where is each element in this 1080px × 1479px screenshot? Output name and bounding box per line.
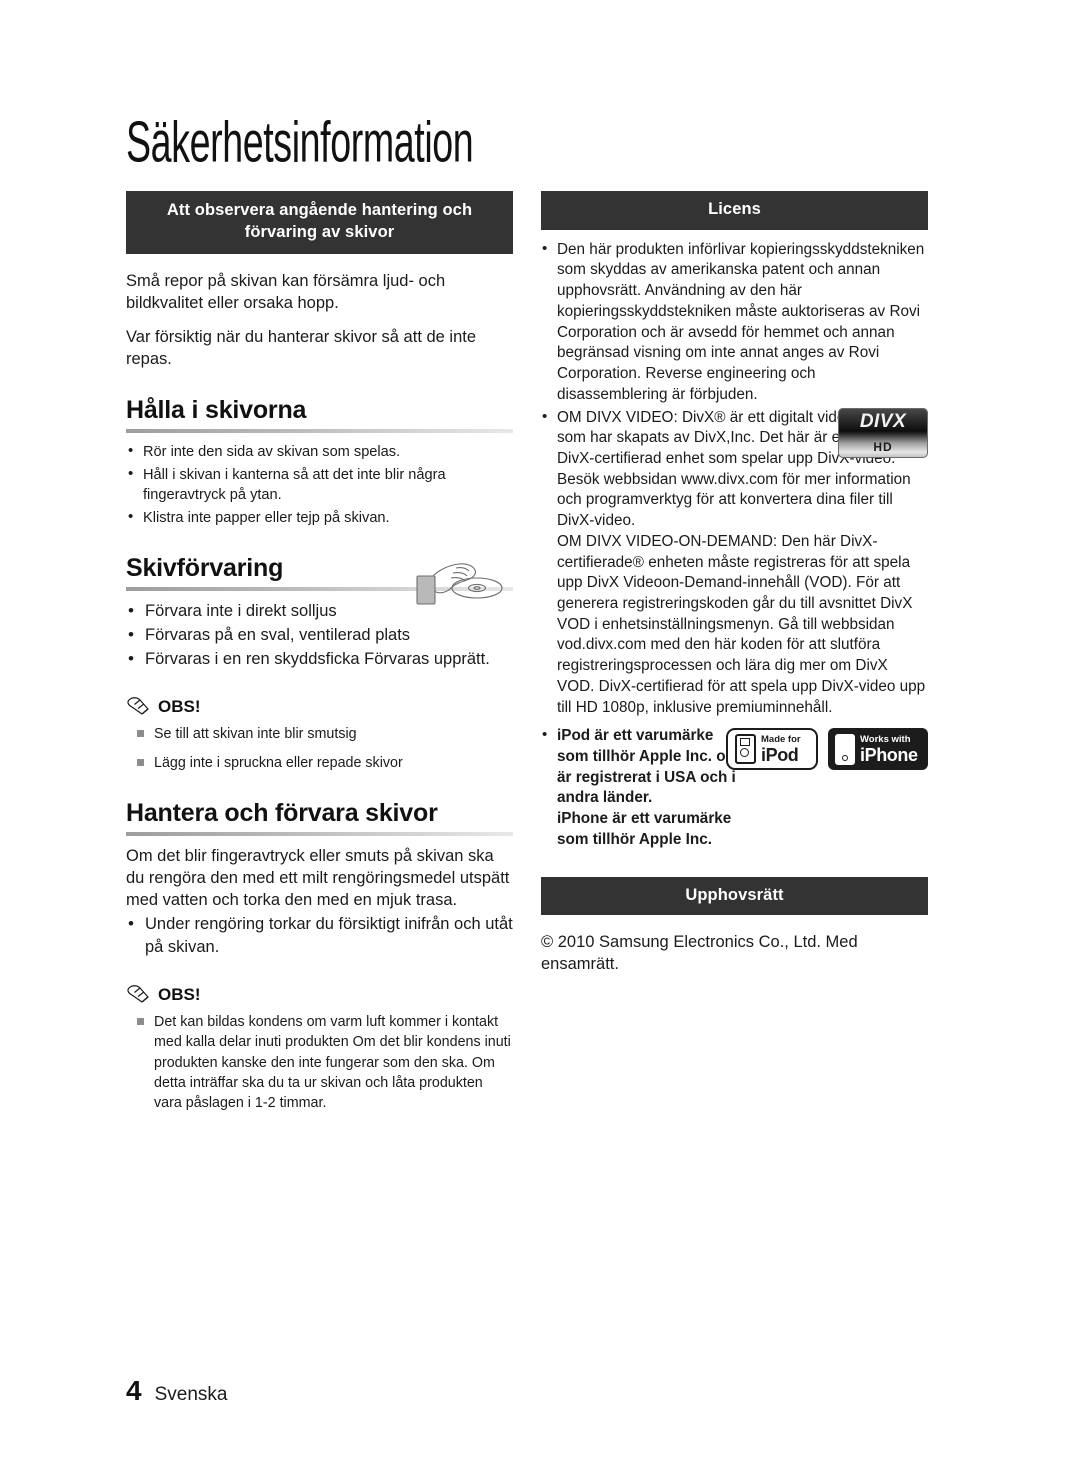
note-items-handle: Det kan bildas kondens om varm luft komm… [126, 1012, 513, 1113]
iphone-badge-small: Works with [860, 734, 911, 746]
works-with-iphone-badge: Works with iPhone [828, 728, 928, 771]
footer-language: Svenska [154, 1384, 228, 1405]
pencil-icon [126, 696, 152, 716]
section-disc-storage: Skivförvaring Förvara inte i direkt soll… [126, 554, 513, 773]
list-item: Under rengöring torkar du försiktigt ini… [126, 912, 513, 959]
heading-rule [126, 428, 513, 433]
divx-logo-word: DIVX [859, 410, 907, 432]
note-header: OBS! [126, 983, 513, 1003]
list-item: Det kan bildas kondens om varm luft komm… [126, 1012, 513, 1113]
heading-handle-store-discs: Hantera och förvara skivor [126, 798, 438, 827]
handle-paragraph: Om det blir fingeravtryck eller smuts på… [126, 846, 510, 909]
ipod-badge-small: Made for [761, 734, 801, 746]
divx-logo-sub: HD [873, 439, 893, 454]
banner-copyright: Upphovsrätt [541, 876, 928, 916]
note-header: OBS! [126, 695, 513, 715]
page-footer: 4 Svenska [126, 1377, 227, 1405]
heading-rule [126, 831, 513, 836]
banner-handling-storage: Att observera angående hantering och för… [126, 191, 513, 254]
list-item: Klistra inte papper eller tejp på skivan… [126, 507, 513, 528]
left-column: Att observera angående hantering och för… [126, 191, 513, 1122]
note-label: OBS! [158, 985, 201, 1005]
copyright-text: © 2010 Samsung Electronics Co., Ltd. Med… [541, 933, 858, 974]
list-item: Rör inte den sida av skivan som spelas. [126, 441, 513, 462]
list-item: Se till att skivan inte blir smutsig [126, 724, 513, 744]
iphone-device-icon [835, 733, 855, 765]
intro-paragraph-1: Små repor på skivan kan försämra ljud- o… [126, 271, 446, 312]
note-items-storage: Se till att skivan inte blir smutsig Läg… [126, 724, 513, 773]
intro-paragraph-2: Var försiktig när du hanterar skivor så … [126, 327, 477, 368]
right-column: Licens Den här produkten införlivar kopi… [541, 191, 928, 976]
list-item: Förvara inte i direkt solljus [126, 599, 513, 623]
note-block-storage: OBS! Se till att skivan inte blir smutsi… [126, 695, 513, 773]
apple-badges: Made for iPod Works with iPhone [726, 728, 928, 771]
ipod-badge-text: Made for iPod [761, 735, 801, 764]
list-item: Lägg inte i spruckna eller repade skivor [126, 753, 513, 773]
page-content: Säkerhetsinformation Att observera angåe… [126, 113, 928, 1122]
heading-hold-discs: Hålla i skivorna [126, 395, 307, 424]
list-item: Förvaras i en ren skyddsficka Förvaras u… [126, 647, 513, 671]
note-block-handle: OBS! Det kan bildas kondens om varm luft… [126, 983, 513, 1113]
banner-license: Licens [541, 191, 928, 230]
pencil-icon [126, 984, 152, 1004]
iphone-badge-text: Works with iPhone [860, 735, 918, 764]
list-item: Förvaras på en sval, ventilerad plats [126, 623, 513, 647]
list-item: Håll i skivan i kanterna så att det inte… [126, 464, 513, 505]
made-for-ipod-badge: Made for iPod [726, 728, 818, 771]
list-item-apple: Made for iPod Works with iPhone [541, 725, 928, 850]
list-disc-storage: Förvara inte i direkt solljus Förvaras p… [126, 599, 513, 671]
list-hold-discs: Rör inte den sida av skivan som spelas. … [126, 441, 513, 529]
list-item: Den här produkten införlivar kopieringss… [541, 239, 928, 406]
two-column-body: Att observera angående hantering och för… [126, 191, 928, 1122]
divx-hd-logo: DIVX HD [838, 407, 928, 458]
list-item-divx: DIVX HD OM DIVX VIDEO: DivX® är ett digi… [541, 407, 928, 719]
note-label: OBS! [158, 697, 201, 717]
document-page: Säkerhetsinformation Att observera angåe… [0, 0, 1080, 1479]
iphone-badge-big: iPhone [860, 744, 918, 765]
ipod-device-icon [735, 734, 756, 765]
list-license: Den här produkten införlivar kopieringss… [541, 239, 928, 851]
page-title: Säkerhetsinformation [126, 109, 474, 174]
ipod-badge-big: iPod [761, 744, 799, 765]
footer-page-number: 4 [126, 1375, 142, 1406]
list-handle-discs: Under rengöring torkar du försiktigt ini… [126, 912, 513, 959]
license-apple-text: iPod är ett varumärke som tillhör Apple … [557, 727, 743, 848]
